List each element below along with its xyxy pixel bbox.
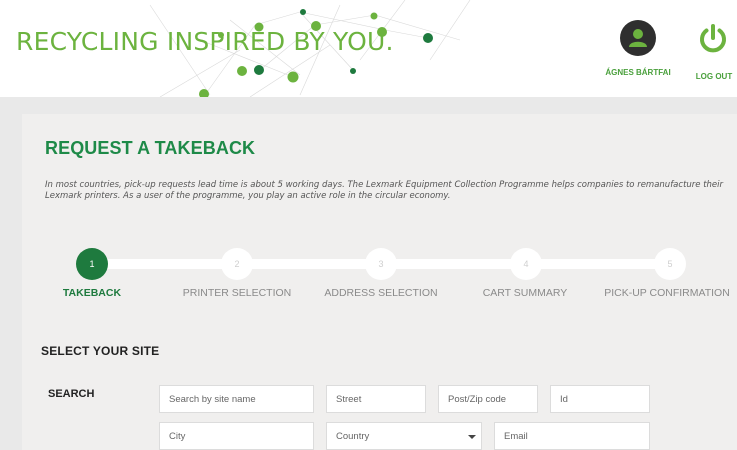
step-3-circle: 3 [365,248,397,280]
step-4-circle: 4 [510,248,542,280]
person-silhouette-icon [629,29,647,47]
step-1-circle: 1 [76,248,108,280]
id-input[interactable] [550,385,650,413]
email-input[interactable] [494,422,650,450]
power-icon[interactable] [696,22,730,56]
page-title: REQUEST A TAKEBACK [45,138,256,158]
step-5-circle: 5 [654,248,686,280]
step-2-label: PRINTER SELECTION [182,287,292,299]
brand-slogan: RECYCLING INSPIRED BY YOU. [16,27,394,56]
postcode-input[interactable] [438,385,538,413]
site-header: RECYCLING INSPIRED BY YOU. ÁGNES BÁRTFAI… [0,0,737,97]
step-3-label: ADDRESS SELECTION [324,287,438,299]
step-2-circle: 2 [221,248,253,280]
section-title: SELECT YOUR SITE [41,344,160,358]
street-input[interactable] [326,385,426,413]
user-avatar[interactable] [620,20,656,56]
search-label: SEARCH [48,388,95,400]
country-select[interactable] [326,422,463,450]
step-4-label: CART SUMMARY [482,287,568,299]
intro-text: In most countries, pick-up requests lead… [45,180,724,201]
chevron-down-icon[interactable] [462,422,482,450]
step-1-label: TAKEBACK [62,287,122,299]
step-5-label: PICK-UP CONFIRMATION [604,287,730,299]
site-name-input[interactable] [159,385,314,413]
logout-link[interactable]: LOG OUT [688,72,737,81]
user-name[interactable]: ÁGNES BÁRTFAI [604,68,672,77]
city-input[interactable] [159,422,314,450]
